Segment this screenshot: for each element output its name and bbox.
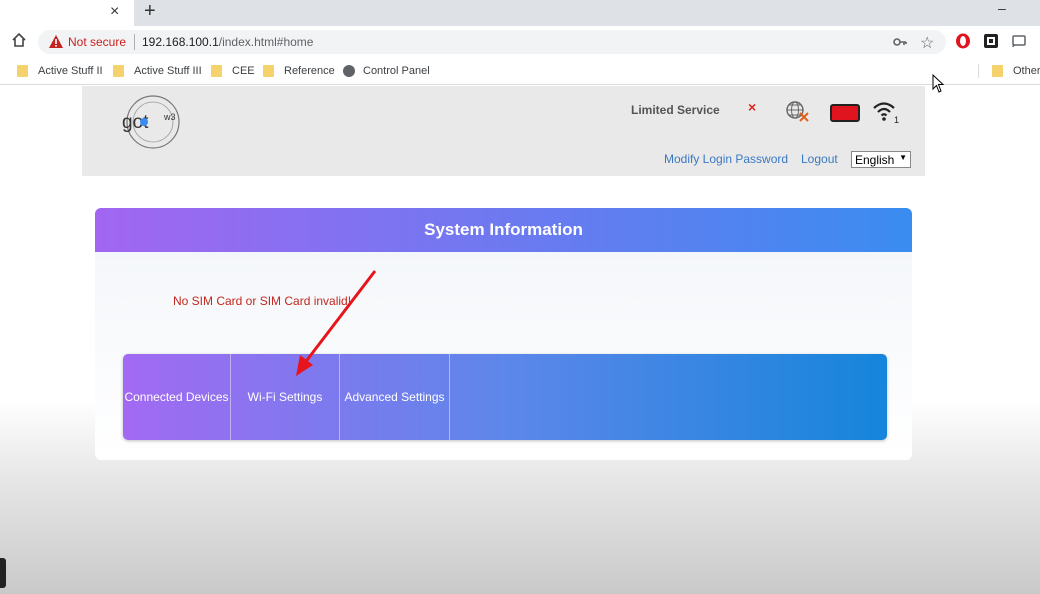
address-bar[interactable]: Not secure 192.168.100.1/index.html#home… — [38, 30, 946, 54]
star-icon[interactable]: ☆ — [920, 33, 934, 53]
url-text[interactable]: 192.168.100.1/index.html#home — [142, 35, 313, 49]
quick-menu: Connected Devices Wi-Fi Settings Advance… — [123, 354, 887, 440]
modify-password-link[interactable]: Modify Login Password — [664, 152, 788, 166]
not-secure-label[interactable]: Not secure — [68, 35, 126, 49]
opera-icon[interactable] — [955, 33, 971, 49]
tab-strip: × + – — [0, 0, 1040, 26]
panel-title: System Information — [424, 220, 583, 239]
mouse-cursor-icon — [932, 74, 944, 93]
url-path: /index.html#home — [218, 35, 314, 49]
bookmark-label: Other — [1013, 65, 1040, 77]
cast-icon[interactable] — [1011, 33, 1027, 49]
folder-icon — [113, 65, 124, 77]
warning-icon[interactable] — [48, 34, 64, 50]
bookmark-active-stuff-ii[interactable]: Active Stuff II — [17, 63, 103, 79]
router-header: got w3 Limited Service × 1 Modify Login … — [82, 86, 925, 176]
globe-icon — [343, 65, 355, 77]
folder-icon — [992, 65, 1003, 77]
bookmark-label: Reference — [284, 65, 335, 77]
language-select[interactable]: English ▼ — [851, 151, 911, 168]
wifi-client-count: 1 — [894, 115, 899, 124]
bookmark-active-stuff-iii[interactable]: Active Stuff III — [113, 63, 202, 79]
svg-text:w3: w3 — [163, 112, 176, 122]
bookmark-cee[interactable]: CEE — [211, 63, 255, 79]
wifi-icon: 1 — [873, 102, 899, 124]
advanced-settings-button[interactable]: Advanced Settings — [340, 354, 450, 440]
folder-icon — [263, 65, 274, 77]
key-icon[interactable] — [892, 34, 908, 50]
omnibox-divider — [134, 34, 135, 50]
wifi-settings-button[interactable]: Wi-Fi Settings — [231, 354, 340, 440]
bookmarks-divider — [978, 64, 979, 78]
bookmark-control-panel[interactable]: Control Panel — [343, 63, 430, 79]
folder-icon — [211, 65, 222, 77]
bookmark-label: Active Stuff III — [134, 65, 202, 77]
no-internet-icon — [786, 101, 809, 122]
overlay-tab — [0, 558, 6, 588]
tab-close-button[interactable]: × — [110, 3, 119, 21]
bookmark-reference[interactable]: Reference — [263, 63, 335, 79]
language-value: English — [855, 153, 895, 167]
system-information-panel: System Information No SIM Card or SIM Ca… — [95, 208, 912, 460]
bookmark-label: Control Panel — [363, 65, 430, 77]
extension-icon[interactable] — [983, 33, 999, 49]
browser-toolbar: Not secure 192.168.100.1/index.html#home… — [0, 26, 1040, 58]
bookmarks-bar: Active Stuff II Active Stuff III CEE Ref… — [0, 58, 1040, 85]
connected-devices-button[interactable]: Connected Devices — [123, 354, 231, 440]
panel-header: System Information — [95, 208, 912, 252]
url-host: 192.168.100.1 — [142, 35, 219, 49]
home-icon[interactable] — [10, 31, 28, 49]
sim-card-icon — [830, 104, 860, 122]
logout-link[interactable]: Logout — [801, 152, 838, 166]
gotw3-logo: got w3 — [122, 95, 180, 149]
sim-error-message: No SIM Card or SIM Card invalid! — [173, 294, 352, 308]
bookmark-other[interactable]: Other — [992, 63, 1040, 79]
dropdown-arrow-icon: ▼ — [899, 153, 907, 162]
bookmark-label: CEE — [232, 65, 255, 77]
folder-icon — [17, 65, 28, 77]
minimize-button[interactable]: – — [998, 0, 1006, 16]
new-tab-button[interactable]: + — [144, 0, 156, 23]
active-tab[interactable]: × — [0, 0, 134, 26]
service-status: Limited Service — [631, 103, 720, 117]
bookmark-label: Active Stuff II — [38, 65, 103, 77]
status-x-icon: × — [748, 99, 757, 115]
